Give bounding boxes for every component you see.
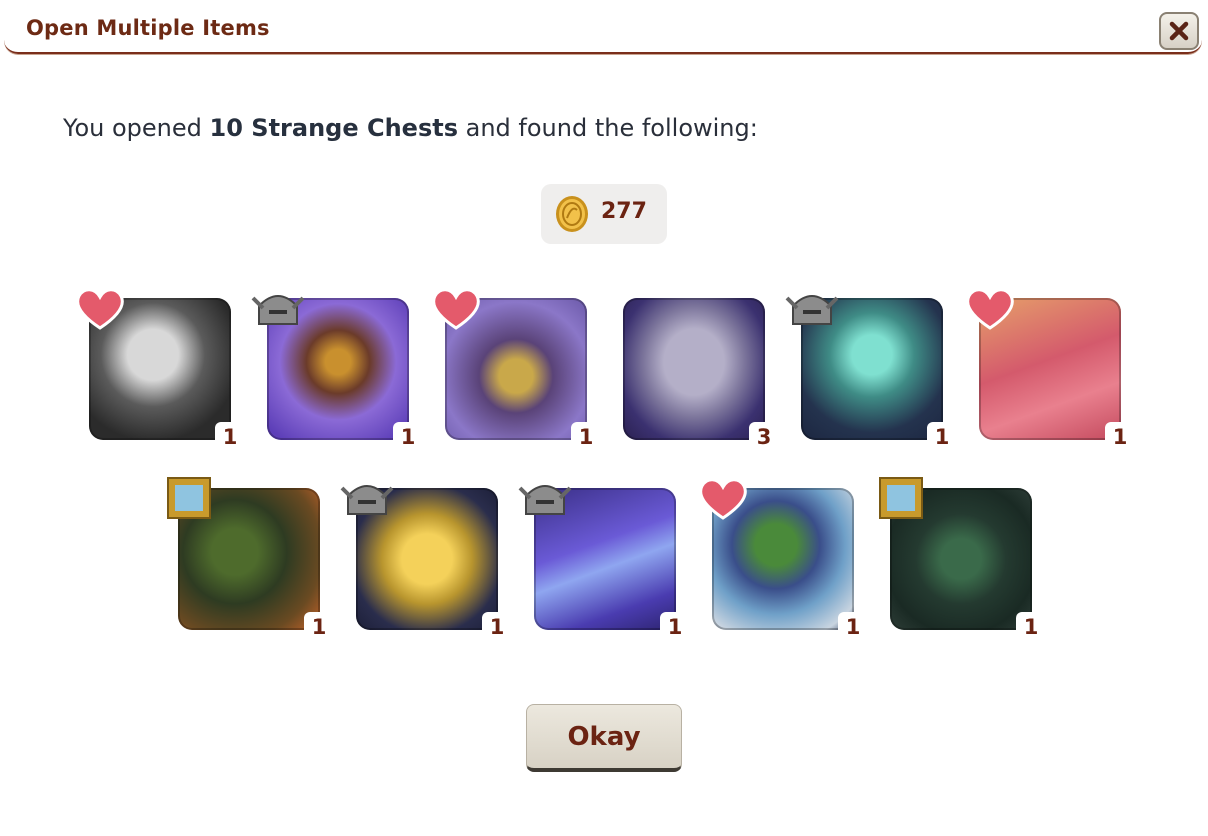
heart-icon: [699, 478, 747, 520]
heart-icon: [76, 288, 124, 330]
close-icon: [1169, 21, 1189, 41]
heart-icon: [966, 288, 1014, 330]
item-quantity: 1: [215, 422, 245, 452]
item-quantity: 1: [304, 612, 334, 642]
item-crystal-shard[interactable]: 1: [518, 485, 690, 642]
item-quantity: 1: [660, 612, 690, 642]
item-cauldron-scene[interactable]: 1: [167, 477, 334, 642]
result-message: You opened 10 Strange Chests and found t…: [63, 114, 758, 142]
message-suffix: and found the following:: [458, 114, 758, 142]
gold-reward: 277: [541, 184, 667, 244]
okay-button[interactable]: Okay: [526, 704, 682, 772]
heart-icon: [432, 288, 480, 330]
item-quantity: 1: [1105, 422, 1135, 452]
item-quantity: 1: [571, 422, 601, 452]
item-forest-beast[interactable]: 1: [699, 478, 868, 642]
item-quantity: 1: [1016, 612, 1046, 642]
item-teal-spirit[interactable]: 1: [785, 295, 957, 452]
helmet-icon: [340, 485, 394, 515]
open-multiple-items-dialog: Open Multiple Items You opened 10 Strang…: [0, 0, 1208, 836]
item-crossed-wings[interactable]: 1: [251, 295, 423, 452]
item-cave-scene[interactable]: 1: [879, 477, 1046, 642]
dialog-title: Open Multiple Items: [26, 16, 270, 40]
picture-frame-icon: [879, 477, 923, 519]
helmet-icon: [785, 295, 839, 325]
item-spirit-mask[interactable]: 1: [432, 288, 601, 452]
item-quantity: 1: [482, 612, 512, 642]
item-quantity: 1: [393, 422, 423, 452]
item-quantity: 1: [838, 612, 868, 642]
item-art: [623, 298, 765, 440]
message-prefix: You opened: [63, 114, 210, 142]
close-button[interactable]: [1159, 12, 1199, 50]
gold-coin-icon: [556, 196, 588, 232]
item-quantity: 3: [749, 422, 779, 452]
item-gold-spirit[interactable]: 1: [340, 485, 512, 642]
item-scroll[interactable]: 1: [76, 288, 245, 452]
item-red-wings[interactable]: 1: [966, 288, 1135, 452]
dialog-header: Open Multiple Items: [4, 4, 1202, 54]
helmet-icon: [518, 485, 572, 515]
item-quantity: 1: [927, 422, 957, 452]
gold-amount: 277: [601, 199, 647, 224]
helmet-icon: [251, 295, 305, 325]
picture-frame-icon: [167, 477, 211, 519]
item-purple-egg[interactable]: 3: [623, 298, 779, 452]
message-bold: 10 Strange Chests: [209, 114, 458, 142]
